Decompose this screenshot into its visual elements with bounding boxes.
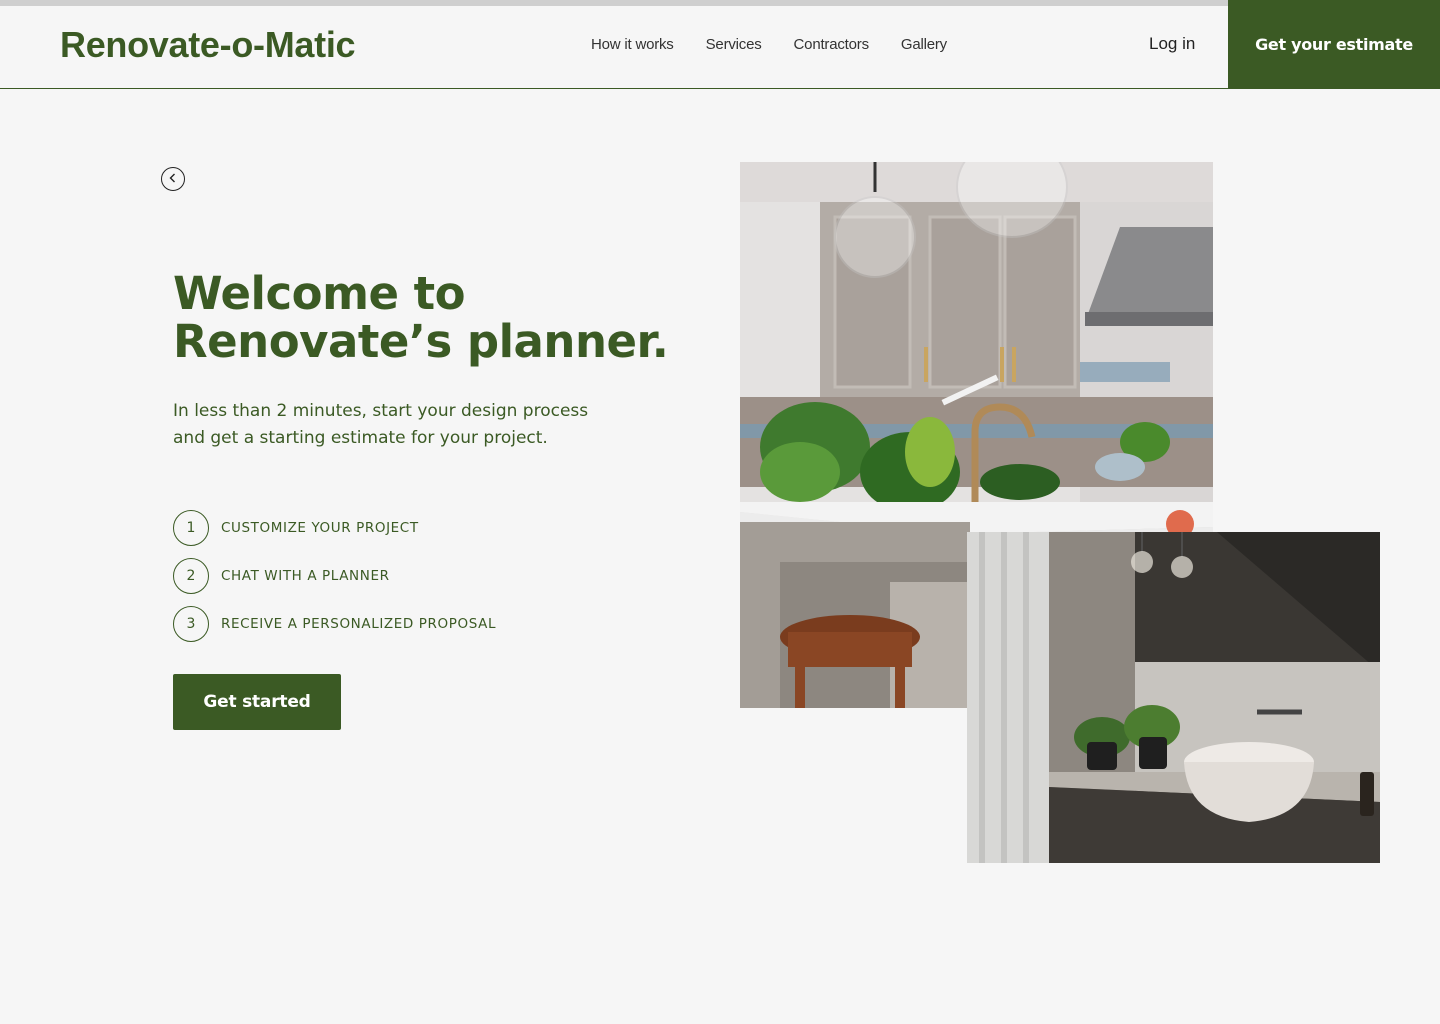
logo[interactable]: Renovate-o-Matic [60,24,356,66]
step-item: 1 CUSTOMIZE YOUR PROJECT [173,510,496,546]
nav-link-gallery[interactable]: Gallery [901,36,947,53]
nav-link-how-it-works[interactable]: How it works [591,36,674,53]
navbar: Renovate-o-Matic How it works Services C… [0,0,1440,89]
hero-title-line2: Renovate’s planner. [173,315,669,368]
hero-subtitle: In less than 2 minutes, start your desig… [173,401,589,448]
hero-title-line1: Welcome to [173,267,466,320]
step-item: 2 CHAT WITH A PLANNER [173,558,496,594]
step-label: RECEIVE A PERSONALIZED PROPOSAL [221,616,497,632]
nav-links: How it works Services Contractors Galler… [591,36,979,53]
login-link[interactable]: Log in [1149,34,1195,54]
step-number: 1 [173,510,209,546]
steps-list: 1 CUSTOMIZE YOUR PROJECT 2 CHAT WITH A P… [173,510,496,654]
back-button[interactable] [161,167,185,191]
chevron-left-icon [167,172,179,187]
nav-link-services[interactable]: Services [706,36,762,53]
step-label: CHAT WITH A PLANNER [221,568,390,584]
hero-title: Welcome to Renovate’s planner. [173,270,733,366]
step-number: 2 [173,558,209,594]
bathroom-photo [967,532,1380,863]
get-estimate-button[interactable]: Get your estimate [1228,0,1440,89]
get-started-button[interactable]: Get started [173,674,341,730]
step-item: 3 RECEIVE A PERSONALIZED PROPOSAL [173,606,496,642]
nav-link-contractors[interactable]: Contractors [794,36,870,53]
step-number: 3 [173,606,209,642]
step-label: CUSTOMIZE YOUR PROJECT [221,520,419,536]
